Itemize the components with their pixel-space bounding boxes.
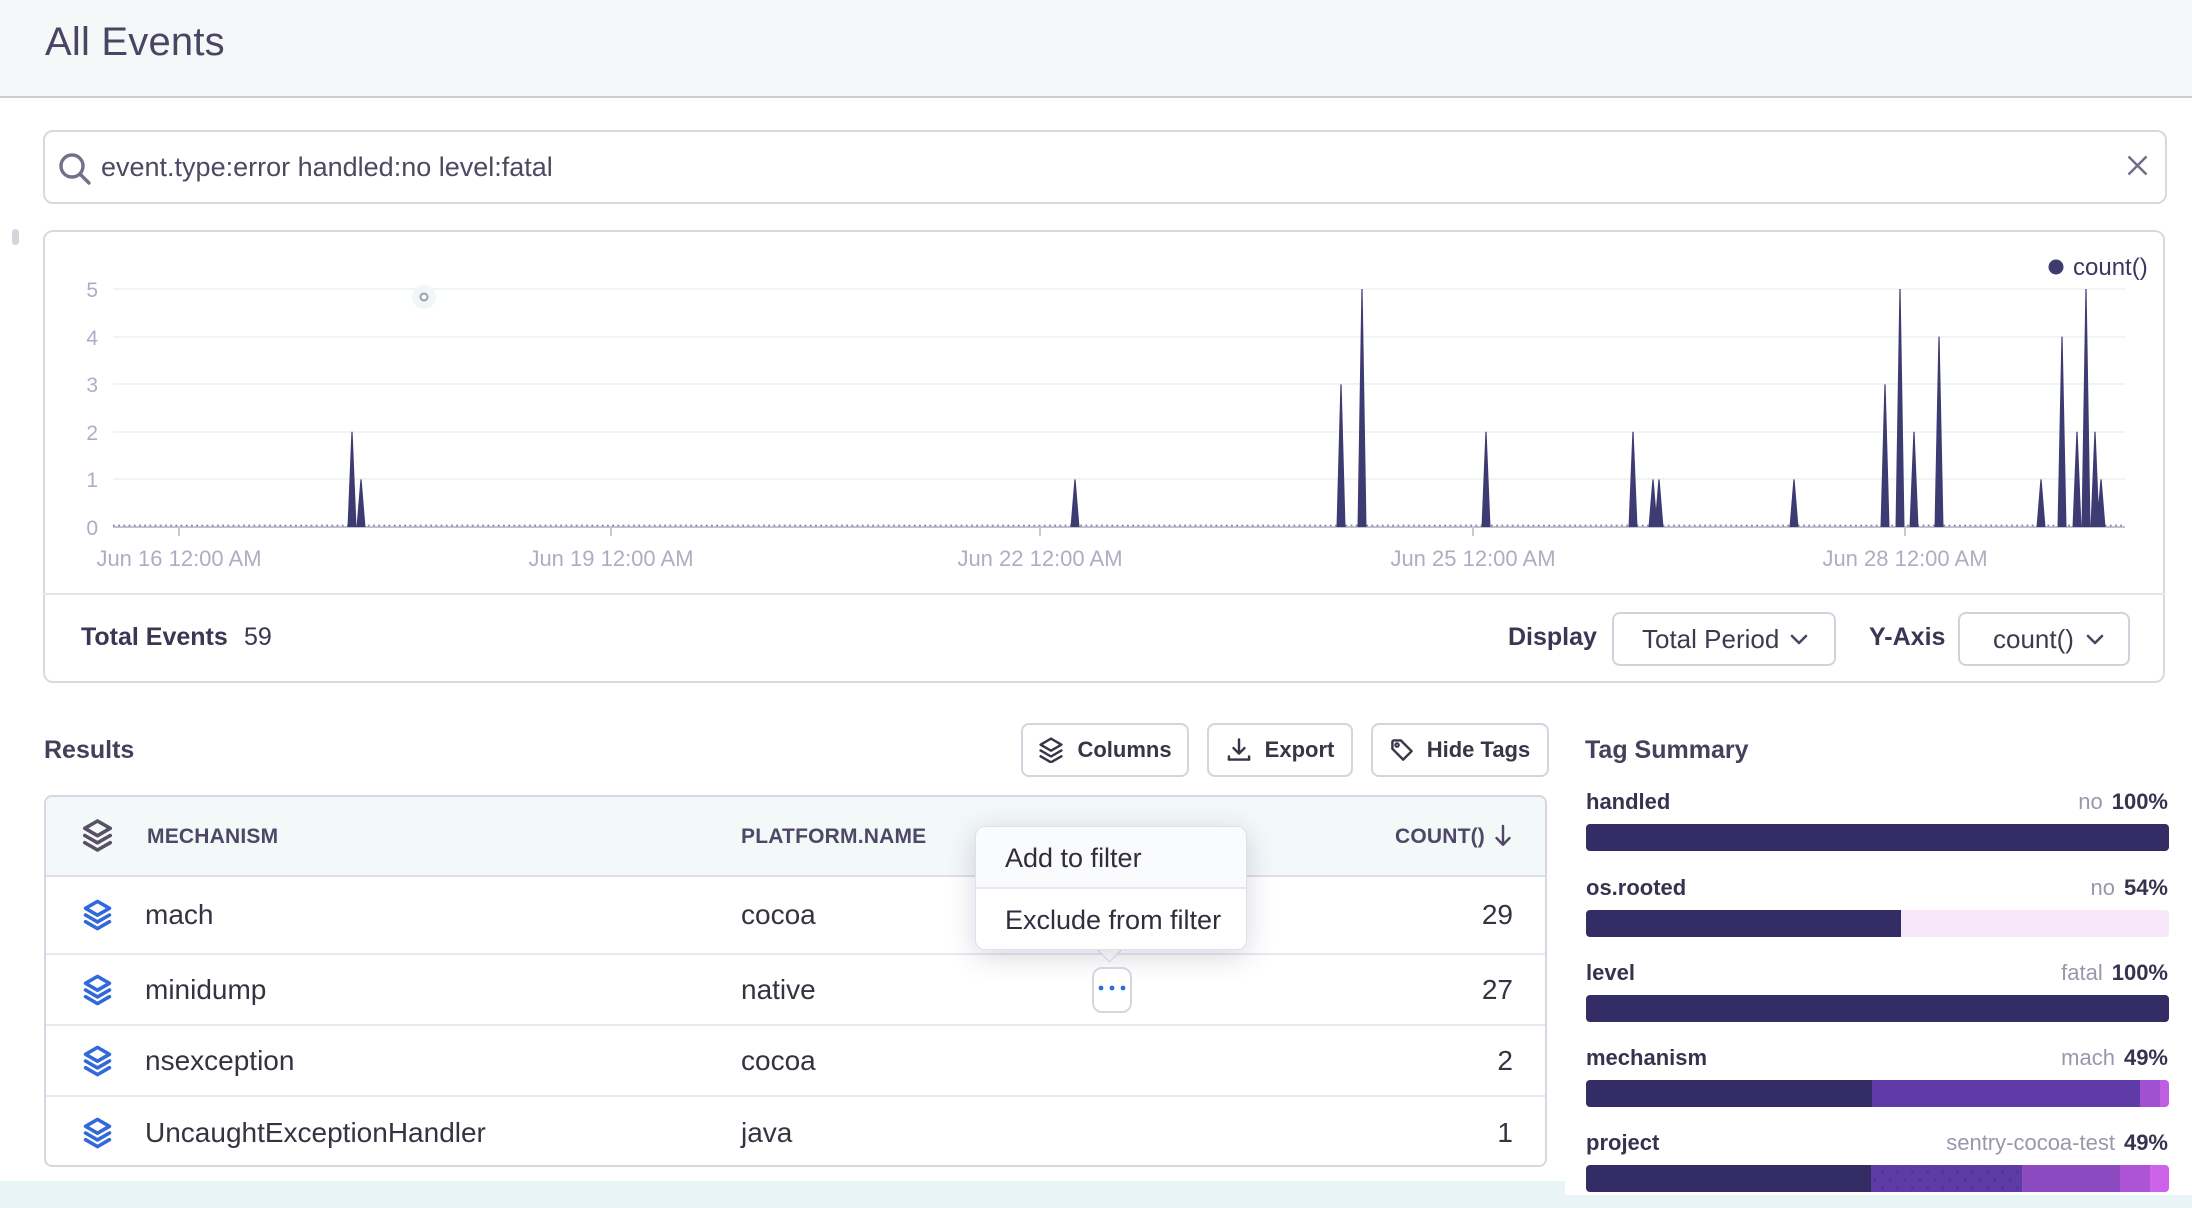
svg-text:1: 1	[86, 469, 98, 492]
svg-text:count(): count()	[2073, 254, 2148, 281]
svg-text:0: 0	[86, 517, 98, 540]
svg-text:Jun 19 12:00 AM: Jun 19 12:00 AM	[528, 546, 693, 571]
svg-text:Jun 25 12:00 AM: Jun 25 12:00 AM	[1390, 546, 1555, 571]
svg-text:5: 5	[86, 279, 98, 302]
svg-text:3: 3	[86, 374, 98, 397]
svg-text:Jun 22 12:00 AM: Jun 22 12:00 AM	[957, 546, 1122, 571]
svg-text:Jun 16 12:00 AM: Jun 16 12:00 AM	[96, 546, 261, 571]
svg-text:Jun 28 12:00 AM: Jun 28 12:00 AM	[1822, 546, 1987, 571]
svg-text:4: 4	[86, 327, 98, 350]
svg-text:2: 2	[86, 422, 98, 445]
